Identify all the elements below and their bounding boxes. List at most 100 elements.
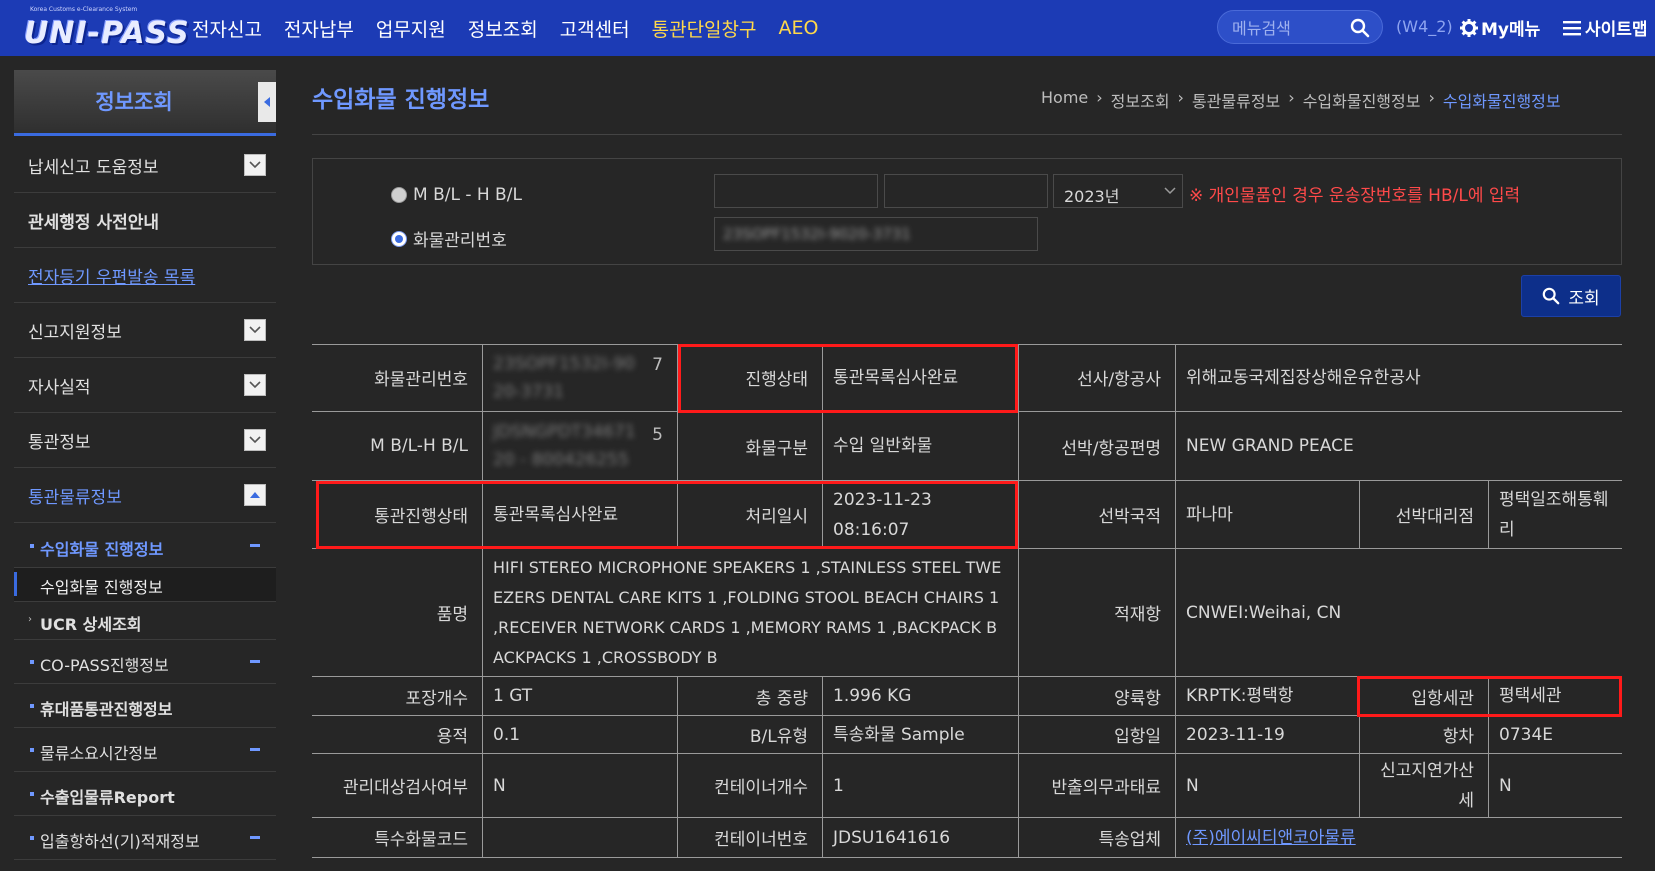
radio-button-off[interactable] [391, 187, 407, 203]
chevron-down-icon[interactable] [244, 374, 266, 396]
sidebar-item-label[interactable]: 전자등기 우편발송 목록 [28, 263, 195, 288]
nav-customer-center[interactable]: 고객센터 [560, 15, 630, 42]
nav-electronic-payment[interactable]: 전자납부 [284, 15, 354, 42]
nav-info-inquiry[interactable]: 정보조회 [468, 15, 538, 42]
bullet-icon [30, 792, 34, 796]
breadcrumb-current: 수입화물진행정보 [1442, 92, 1561, 111]
radio-button-on[interactable] [391, 230, 407, 247]
entry-customs-value: 평택세관 [1488, 677, 1622, 715]
active-marker [14, 572, 17, 596]
search-button-label: 조회 [1568, 288, 1600, 309]
my-menu-label: My메뉴 [1481, 20, 1541, 40]
mbl-field[interactable] [714, 174, 878, 208]
menu-search-input[interactable] [1232, 17, 1347, 39]
mbl-input[interactable] [715, 175, 877, 207]
voyage-value: 0734E [1488, 716, 1622, 753]
my-menu-button[interactable]: My메뉴 [1460, 15, 1540, 40]
sidebar-item-customs-guide[interactable]: 관세행정 사전안내 [14, 194, 276, 248]
sidebar-item-company-record[interactable]: 자사실적 [14, 359, 276, 413]
search-button[interactable]: 조회 [1521, 275, 1621, 317]
caret-left-icon [264, 97, 270, 107]
main-nav: 전자신고 전자납부 업무지원 정보조회 고객센터 통관단일창구 AEO [192, 0, 840, 56]
sub-item-carry-on[interactable]: 휴대품통관진행정보 [14, 684, 276, 728]
unipass-logo[interactable]: Korea Customs e-Clearance System UNI-PAS… [20, 6, 189, 52]
sidebar-item-customs-info[interactable]: 통관정보 [14, 414, 276, 468]
nav-aeo[interactable]: AEO [779, 17, 819, 39]
sub-item-logistics-time[interactable]: 물류소요시간정보 [14, 728, 276, 772]
sub-item-import-progress-current[interactable]: 수입화물 진행정보 [14, 568, 276, 602]
processed-value: 2023-11-23 08:16:07 [822, 481, 1018, 548]
radio-mbl-hbl[interactable]: M B/L - H B/L [391, 185, 522, 205]
sitemap-button[interactable]: 사이트맵 [1563, 15, 1648, 40]
entry-customs-label: 입항세관 [1359, 677, 1488, 715]
hbl-input[interactable] [885, 175, 1047, 207]
title-divider [312, 134, 1622, 135]
sub-item-copass[interactable]: CO-PASS진행정보 [14, 640, 276, 684]
item-value: HIFI STEREO MICROPHONE SPEAKERS 1 ,STAIN… [482, 549, 1018, 676]
cargo-number-field[interactable] [714, 217, 1038, 251]
sub-item-import-progress[interactable]: 수입화물 진행정보 [14, 524, 276, 568]
radio-mbl-label: M B/L - H B/L [413, 185, 522, 205]
year-select[interactable]: 2023년 [1053, 174, 1183, 208]
hbl-notice: ※ 개인물품인 경우 운송장번호를 HB/L에 입력 [1189, 186, 1521, 206]
minus-icon[interactable] [250, 836, 260, 839]
sidebar-item-logistics-info[interactable]: 통관물류정보 [14, 469, 276, 523]
chevron-down-icon[interactable] [244, 429, 266, 451]
special-code-label: 특수화물코드 [374, 830, 468, 850]
table-row: 특수화물코드 컨테이너번호 JDSU1641616 특송업체 (주)에이씨티앤코… [312, 818, 1622, 858]
breadcrumb-info-inquiry[interactable]: 정보조회 [1111, 88, 1170, 112]
sub-item-label: 물류소요시간정보 [40, 744, 158, 763]
inspection-label: 관리대상검사여부 [342, 778, 468, 798]
sidebar-item-label: 통관정보 [28, 433, 91, 453]
late-tax-label: 신고지연가산세 [1359, 754, 1488, 817]
top-header: Korea Customs e-Clearance System UNI-PAS… [0, 0, 1655, 56]
sidebar-item-label: 통관물류정보 [28, 488, 122, 508]
sub-item-ucr[interactable]: › UCR 상세조회 [14, 602, 276, 640]
hbl-field[interactable] [884, 174, 1048, 208]
gear-icon [1460, 18, 1478, 37]
chevron-down-icon[interactable] [244, 154, 266, 176]
sidebar-item-registered-mail[interactable]: 전자등기 우편발송 목록 [14, 249, 276, 303]
carrier-value: 위해교동국제집장상해운유한공사 [1175, 344, 1622, 411]
sitemap-label: 사이트맵 [1585, 20, 1648, 40]
bl-label: M B/L-H B/L [370, 436, 468, 456]
sub-item-port-loading[interactable]: 입출항하선(기)적재정보 [14, 816, 276, 860]
minus-icon[interactable] [250, 544, 260, 547]
search-icon[interactable] [1350, 18, 1370, 38]
nav-business-support[interactable]: 업무지원 [376, 15, 446, 42]
sub-item-label: 수입화물 진행정보 [40, 578, 163, 597]
bl-value: JDSNGPDT3467120 - 800426255 [493, 422, 636, 470]
sidebar-collapse-button[interactable] [258, 82, 276, 122]
cargo-number-input[interactable] [715, 218, 1037, 250]
chevron-up-icon[interactable] [244, 484, 266, 506]
radio-cargo-number[interactable]: 화물관리번호 [391, 226, 507, 251]
table-row: 품명 HIFI STEREO MICROPHONE SPEAKERS 1 ,ST… [312, 549, 1622, 677]
breadcrumb-logistics-info[interactable]: 통관물류정보 [1192, 88, 1280, 112]
sidebar-item-report-support[interactable]: 신고지원정보 [14, 304, 276, 358]
unloading-port-label: 양륙항 [1018, 677, 1175, 715]
vessel-label: 선박/항공편명 [1018, 412, 1175, 480]
breadcrumb-import-progress[interactable]: 수입화물진행정보 [1303, 88, 1421, 112]
customs-status-label: 통관진행상태 [374, 507, 468, 527]
table-row: 화물관리번호 23SOPF1532I-9020-3731 7 진행상태 통관목록… [312, 344, 1622, 412]
unloading-port-value: KRPTK:평택항 [1175, 677, 1359, 715]
container-no-label: 컨테이너번호 [677, 818, 822, 857]
agent-label: 선박대리점 [1359, 481, 1488, 548]
vessel-value: NEW GRAND PEACE [1175, 412, 1622, 480]
container-count-label: 컨테이너개수 [677, 754, 822, 817]
breadcrumb-home[interactable]: Home [1041, 88, 1088, 112]
minus-icon[interactable] [250, 748, 260, 751]
entry-date-value: 2023-11-19 [1175, 716, 1359, 753]
nav-single-window[interactable]: 통관단일창구 [652, 15, 757, 42]
minus-icon[interactable] [250, 660, 260, 663]
chevron-right-icon: › [1288, 88, 1295, 107]
sub-item-label: CO-PASS진행정보 [40, 656, 169, 675]
chevron-down-icon[interactable] [244, 319, 266, 341]
sidebar-header: 정보조회 [14, 70, 276, 136]
sub-item-logistics-report[interactable]: 수출입물류Report [14, 772, 276, 816]
nav-electronic-report[interactable]: 전자신고 [192, 15, 262, 42]
radio-cargo-label: 화물관리번호 [413, 231, 507, 251]
cargo-no-cell: 23SOPF1532I-9020-3731 7 [482, 344, 677, 411]
sidebar-item-tax-help[interactable]: 납세신고 도움정보 [14, 139, 276, 193]
courier-link[interactable]: (주)에이씨티앤코아물류 [1175, 818, 1622, 857]
